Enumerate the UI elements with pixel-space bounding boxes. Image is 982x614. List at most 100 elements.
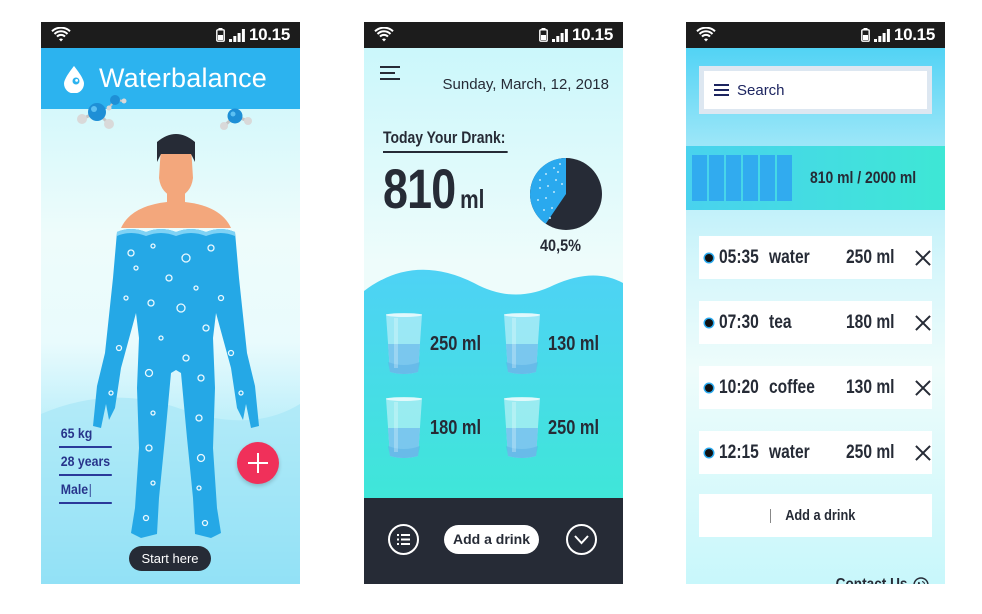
log-entry: 07:30 tea 180 ml (699, 301, 932, 344)
close-icon[interactable] (914, 314, 932, 332)
today-content: Sunday, March, 12, 2018 Today Your Drank… (364, 48, 623, 584)
list-button[interactable] (388, 524, 419, 555)
pie-bubble (539, 187, 541, 189)
weight-value: 65 kg (60, 425, 93, 441)
bullet-icon (705, 318, 713, 327)
close-icon[interactable] (914, 444, 932, 462)
progress-segments (692, 155, 792, 201)
menu-icon[interactable] (714, 84, 729, 96)
amount-value: 810 (383, 157, 456, 220)
pie-bubble (543, 209, 545, 211)
bullet-icon (705, 253, 713, 262)
today-amount: 810 ml (383, 156, 484, 221)
drink-option[interactable]: 180 ml (384, 396, 492, 460)
log-entry: 05:35 water 250 ml (699, 236, 932, 279)
list-icon (397, 534, 410, 545)
pie-bubble (553, 167, 555, 169)
glass-icon (386, 397, 422, 458)
glass-icon (504, 313, 540, 374)
add-button[interactable] (237, 442, 279, 484)
current-date: Sunday, March, 12, 2018 (442, 76, 610, 93)
log-amount: 250 ml (846, 246, 895, 268)
wifi-icon (51, 27, 71, 42)
screen-log: 10.15 Search 810 ml / 2000 ml 05:35 wate… (686, 22, 945, 584)
status-time: 10.15 (571, 25, 613, 44)
drink-amount: 180 ml (430, 416, 482, 439)
log-amount: 180 ml (846, 311, 895, 333)
status-time: 10.15 (893, 25, 935, 44)
menu-icon[interactable] (380, 66, 400, 80)
log-drink: water (768, 441, 810, 463)
battery-icon (539, 28, 548, 42)
daily-progress: 810 ml / 2000 ml (686, 146, 945, 210)
log-time: 07:30 (718, 311, 759, 333)
weight-field[interactable]: 65 kg (59, 420, 112, 448)
drink-option[interactable]: 130 ml (502, 312, 610, 376)
pie-bubble (547, 185, 549, 187)
pie-bubble (559, 163, 561, 165)
screen-today: 10.15 Sunday, March, 12, 2018 Today Your… (364, 22, 623, 584)
log-time: 10:20 (718, 376, 759, 398)
status-bar: 10.15 (686, 22, 945, 48)
add-drink-button[interactable]: Add a drink (444, 525, 539, 554)
pie-bubble (549, 217, 551, 219)
text-cursor (89, 483, 91, 497)
bottom-bar: Add a drink (364, 498, 623, 584)
drink-option[interactable]: 250 ml (384, 312, 492, 376)
phone-icon (913, 577, 929, 584)
progress-segment (760, 155, 775, 201)
close-icon[interactable] (914, 249, 932, 267)
pie-bubble (555, 179, 557, 181)
age-field[interactable]: 28 years (59, 448, 112, 476)
log-content: Search 810 ml / 2000 ml 05:35 water 250 … (686, 48, 945, 584)
log-amount: 130 ml (846, 376, 895, 398)
pie-bubble (537, 199, 539, 201)
signal-icon (228, 28, 245, 42)
log-entry: 10:20 coffee 130 ml (699, 366, 932, 409)
add-drink-label: Add a drink (784, 507, 856, 524)
wifi-icon (696, 27, 716, 42)
progress-text: 810 ml / 2000 ml (810, 168, 917, 187)
status-bar: 10.15 (41, 22, 300, 48)
search-bar[interactable]: Search (699, 66, 932, 114)
battery-icon (216, 28, 225, 42)
drink-amount: 250 ml (548, 416, 600, 439)
amount-unit: ml (460, 184, 485, 214)
expand-button[interactable] (566, 524, 597, 555)
progress-segment (743, 155, 758, 201)
today-label: Today Your Drank: (383, 128, 508, 153)
signal-icon (551, 28, 568, 42)
pie-bubble (557, 171, 559, 173)
log-time: 05:35 (718, 246, 759, 268)
search-input[interactable]: Search (704, 71, 927, 109)
status-bar: 10.15 (364, 22, 623, 48)
bullet-icon (705, 448, 713, 457)
water-wave-background (364, 269, 623, 518)
pie-bubble (551, 207, 553, 209)
start-here-button[interactable]: Start here (129, 546, 211, 571)
signal-icon (873, 28, 890, 42)
drink-amount: 130 ml (548, 332, 600, 355)
glass-icon (386, 313, 422, 374)
log-time: 12:15 (718, 441, 759, 463)
progress-segment (709, 155, 724, 201)
log-drink: tea (768, 311, 792, 333)
human-body-illustration (93, 134, 259, 538)
log-amount: 250 ml (846, 441, 895, 463)
pie-bubble (545, 173, 547, 175)
close-icon[interactable] (914, 379, 932, 397)
status-time: 10.15 (248, 25, 290, 44)
contact-us-link[interactable]: Contact Us (823, 576, 929, 584)
bullet-icon (705, 383, 713, 392)
progress-segment (692, 155, 707, 201)
add-drink-button[interactable]: Add a drink (699, 494, 932, 537)
log-entry: 12:15 water 250 ml (699, 431, 932, 474)
age-value: 28 years (60, 453, 111, 469)
battery-icon (861, 28, 870, 42)
drink-option[interactable]: 250 ml (502, 396, 610, 460)
gender-field[interactable]: Male (59, 476, 112, 504)
welcome-content: Waterbalance 65 kg 28 years Male Start h… (41, 48, 300, 584)
chevron-down-icon (574, 535, 589, 545)
progress-pie-chart (530, 158, 602, 230)
glass-icon (504, 397, 540, 458)
